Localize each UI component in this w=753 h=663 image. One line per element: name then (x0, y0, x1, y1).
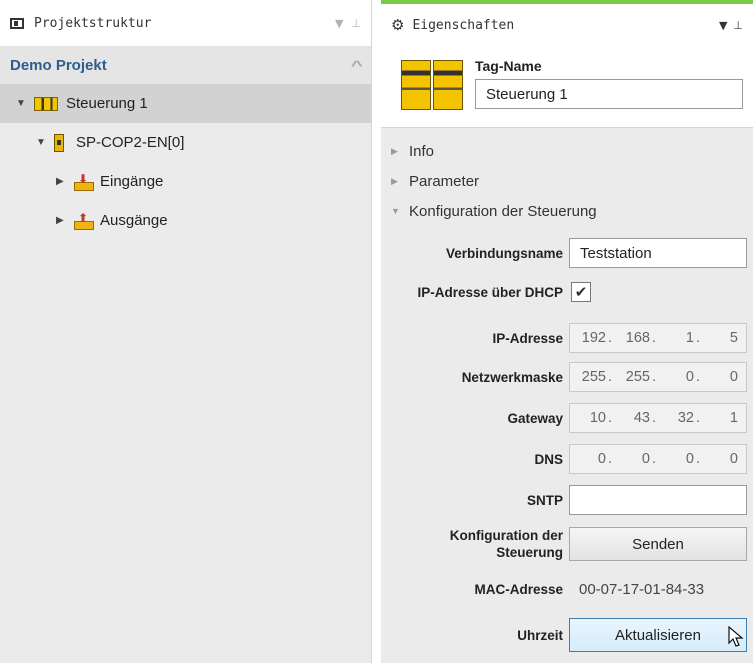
row-connection-name: Verbindungsname (381, 238, 753, 268)
netmask-label: Netzwerkmaske (461, 369, 563, 385)
sntp-label: SNTP (526, 492, 563, 508)
project-header[interactable]: Demo Projekt ^ (0, 46, 371, 84)
ip-address-label: IP-Adresse (492, 330, 563, 346)
row-netmask: Netzwerkmaske 255. 255. 0. 0 (381, 362, 753, 392)
netmask-octet: 0 (685, 369, 694, 385)
mouse-cursor-icon (728, 626, 744, 647)
panel-menu-icon[interactable]: ▼ (719, 19, 727, 32)
tree-item-label: Ausgänge (100, 212, 168, 229)
gateway-octet: 1 (729, 410, 738, 426)
ip-octet: 192 (581, 330, 606, 346)
dhcp-checkbox[interactable]: ✔ (571, 282, 591, 302)
dns-label: DNS (534, 451, 563, 467)
project-structure-title: Projektstruktur (34, 15, 152, 31)
controller-device-image (401, 56, 465, 114)
section-label: Parameter (409, 172, 480, 190)
update-button-label: Aktualisieren (615, 626, 701, 644)
netmask-octet: 255 (625, 369, 650, 385)
sntp-input[interactable] (569, 485, 747, 515)
time-label: Uhrzeit (517, 627, 563, 643)
dns-octet: 0 (685, 451, 694, 467)
section-parameter[interactable]: ▶ Parameter (381, 166, 753, 196)
project-structure-panel: Projektstruktur ▼ ⊥ Demo Projekt ^ ▼ Ste… (0, 0, 372, 663)
pin-icon[interactable]: ⊥ (351, 17, 361, 30)
mac-value: 00-07-17-01-84-33 (579, 581, 705, 598)
connection-name-label: Verbindungsname (445, 245, 563, 261)
row-send-config: Konfiguration der Steuerung Senden (381, 527, 753, 561)
gateway-field[interactable]: 10. 43. 32. 1 (569, 403, 747, 433)
project-name: Demo Projekt (10, 56, 107, 74)
inputs-icon: ⬇ (74, 173, 94, 191)
dns-octet: 0 (641, 451, 650, 467)
checkmark-icon: ✔ (574, 284, 588, 301)
section-label: Info (409, 142, 435, 160)
expanded-arrow-icon[interactable]: ▼ (16, 98, 26, 109)
ip-address-field[interactable]: 192. 168. 1. 5 (569, 323, 747, 353)
module-icon (54, 133, 64, 152)
row-time: Uhrzeit Aktualisieren (381, 618, 753, 652)
tag-name-block: Tag-Name (381, 46, 753, 128)
ip-octet: 5 (729, 330, 738, 346)
connection-name-input[interactable] (569, 238, 747, 268)
netmask-field[interactable]: 255. 255. 0. 0 (569, 362, 747, 392)
row-mac: MAC-Adresse 00-07-17-01-84-33 (381, 581, 753, 598)
gateway-label: Gateway (507, 410, 563, 426)
gear-icon: ⚙ (391, 16, 405, 34)
section-info[interactable]: ▶ Info (381, 136, 753, 166)
section-konfiguration[interactable]: ▼ Konfiguration der Steuerung (381, 196, 753, 226)
row-gateway: Gateway 10. 43. 32. 1 (381, 403, 753, 433)
tree-item-label: Eingänge (100, 173, 164, 190)
netmask-octet: 0 (729, 369, 738, 385)
dns-octet: 0 (597, 451, 606, 467)
dhcp-label: IP-Adresse über DHCP (417, 284, 563, 300)
pin-icon[interactable]: ⊥ (733, 19, 743, 32)
row-sntp: SNTP (381, 485, 753, 515)
row-dhcp: IP-Adresse über DHCP ✔ (381, 282, 753, 302)
panel-menu-icon[interactable]: ▼ (335, 17, 343, 30)
expanded-arrow-icon[interactable]: ▼ (36, 137, 46, 148)
expanded-arrow-icon: ▼ (391, 206, 400, 216)
ip-octet: 168 (625, 330, 650, 346)
project-structure-icon (10, 17, 24, 29)
netmask-octet: 255 (581, 369, 606, 385)
gateway-octet: 10 (589, 410, 606, 426)
gateway-octet: 32 (677, 410, 694, 426)
send-config-label: Konfiguration der Steuerung (449, 528, 563, 560)
tree-item-outputs[interactable]: ▶ ⬆ Ausgänge (0, 201, 371, 240)
tag-name-label: Tag-Name (475, 58, 542, 74)
collapsed-arrow-icon: ▶ (391, 175, 398, 186)
update-button[interactable]: Aktualisieren (569, 618, 747, 652)
tree-item-steuerung[interactable]: ▼ Steuerung 1 (0, 84, 371, 123)
collapsed-arrow-icon[interactable]: ▶ (56, 215, 66, 226)
tag-name-input[interactable] (475, 79, 743, 109)
dns-field[interactable]: 0. 0. 0. 0 (569, 444, 747, 474)
ip-octet: 1 (685, 330, 694, 346)
row-ip-address: IP-Adresse 192. 168. 1. 5 (381, 323, 753, 353)
tree-item-module[interactable]: ▼ SP-COP2-EN[0] (0, 123, 371, 162)
collapsed-arrow-icon: ▶ (391, 145, 398, 156)
tree-item-label: Steuerung 1 (66, 95, 148, 112)
mac-label: MAC-Adresse (474, 582, 563, 597)
properties-title: Eigenschaften (412, 17, 515, 33)
project-structure-titlebar: Projektstruktur ▼ ⊥ (0, 0, 371, 46)
properties-panel: ⚙ Eigenschaften ▼ ⊥ Tag-Name ▶ Info ▶ Pa… (381, 0, 753, 663)
gateway-octet: 43 (633, 410, 650, 426)
properties-titlebar: ⚙ Eigenschaften ▼ ⊥ (381, 0, 753, 46)
dns-octet: 0 (729, 451, 738, 467)
outputs-icon: ⬆ (74, 212, 94, 230)
collapsed-arrow-icon[interactable]: ▶ (56, 176, 66, 187)
tree-item-inputs[interactable]: ▶ ⬇ Eingänge (0, 162, 371, 201)
row-dns: DNS 0. 0. 0. 0 (381, 444, 753, 474)
tree-item-label: SP-COP2-EN[0] (76, 134, 185, 151)
section-label: Konfiguration der Steuerung (409, 202, 597, 220)
controller-icon (34, 96, 58, 111)
send-button[interactable]: Senden (569, 527, 747, 561)
collapse-chevron-icon[interactable]: ^ (351, 58, 363, 73)
